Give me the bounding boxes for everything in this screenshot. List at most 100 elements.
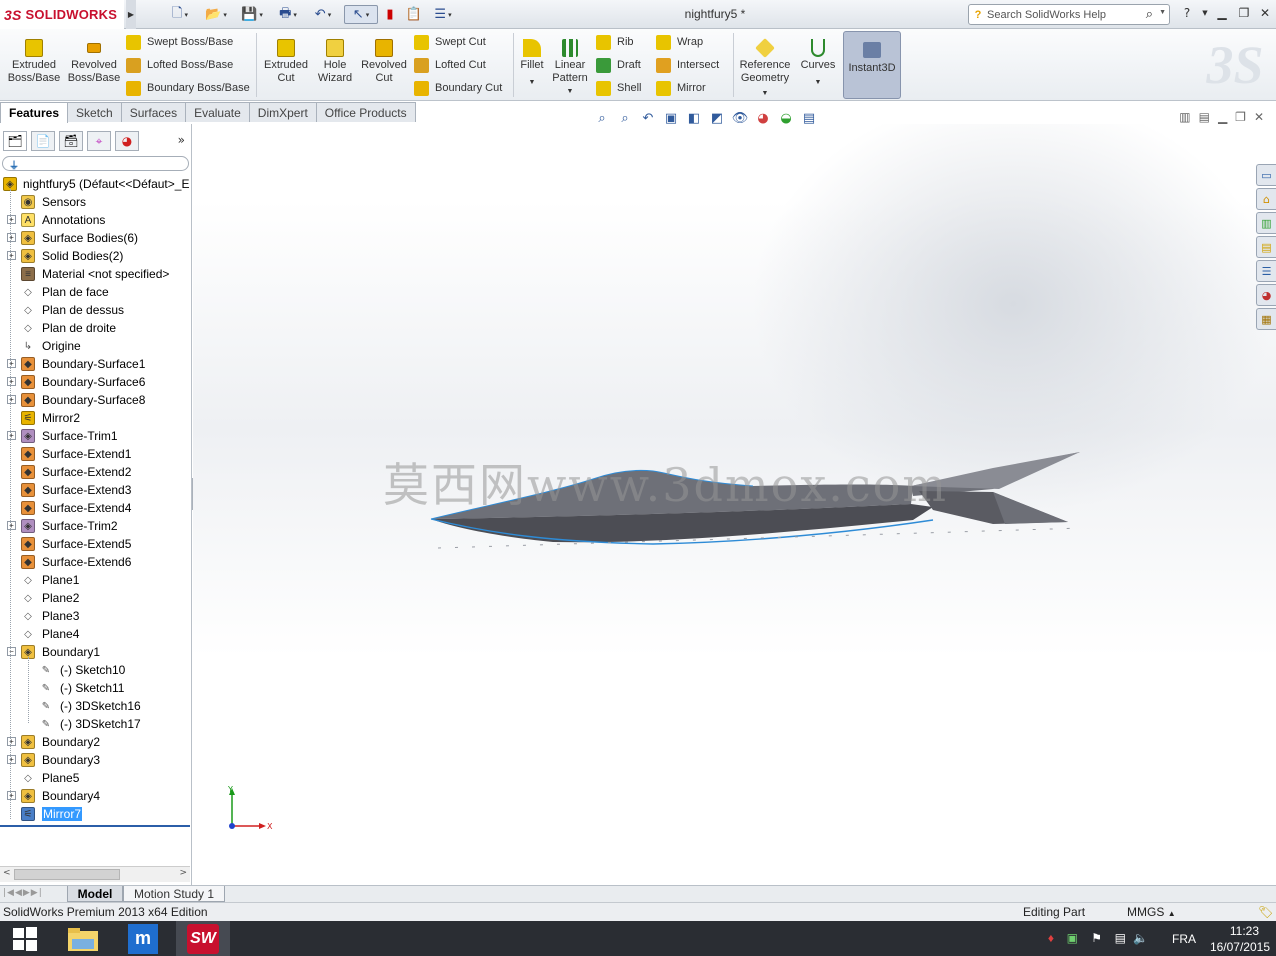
menu-expand-icon[interactable]: ▶ xyxy=(126,0,136,29)
boundary-boss-button[interactable]: Boundary Boss/Base xyxy=(126,79,250,97)
tree-item[interactable]: + ◈ Boundary4 xyxy=(0,787,190,805)
minimize-icon[interactable]: ▁ xyxy=(1213,5,1231,21)
tag-icon[interactable]: 🏷 xyxy=(1258,905,1273,919)
boundary-cut-button[interactable]: Boundary Cut xyxy=(414,79,502,97)
windows-start-icon[interactable] xyxy=(0,921,50,956)
tree-item[interactable]: ↳ Origine xyxy=(0,337,190,355)
tree-item[interactable]: ◉ Sensors xyxy=(0,193,190,211)
tree-item[interactable]: ◇ Plan de face xyxy=(0,283,190,301)
scroll-right-icon[interactable]: > xyxy=(179,868,187,878)
swept-boss-button[interactable]: Swept Boss/Base xyxy=(126,33,233,51)
mirror-button[interactable]: Mirror xyxy=(656,79,706,97)
lofted-cut-button[interactable]: Lofted Cut xyxy=(414,56,486,74)
tree-item[interactable]: ◇ Plane4 xyxy=(0,625,190,643)
save-icon[interactable]: 💾 ▾ xyxy=(236,5,268,24)
property-manager-tab-icon[interactable]: 📄 xyxy=(31,131,55,151)
tree-item[interactable]: + ◈ Boundary2 xyxy=(0,733,190,751)
expand-icon[interactable]: + xyxy=(7,215,16,224)
viewport-close-icon[interactable]: ✕ xyxy=(1254,110,1264,124)
section-view-icon[interactable]: ▣ xyxy=(663,110,679,126)
tree-item[interactable]: ◇ Plane5 xyxy=(0,769,190,787)
tree-item[interactable]: ◆ Surface-Extend2 xyxy=(0,463,190,481)
print-icon[interactable]: 🖶 ▾ xyxy=(272,5,304,24)
close-icon[interactable]: ✕ xyxy=(1256,5,1274,21)
file-explorer-taskbar-icon[interactable] xyxy=(56,921,110,956)
hole-wizard-button[interactable]: Hole Wizard xyxy=(314,39,356,85)
previous-view-icon[interactable]: ↶ xyxy=(640,110,656,126)
horizontal-scrollbar[interactable]: < > xyxy=(0,866,190,882)
display-style-icon[interactable]: ◩ xyxy=(709,110,725,126)
design-library-icon[interactable]: ▥ xyxy=(1256,212,1276,234)
search-help-field[interactable]: ? Search SolidWorks Help ⌕ ▼ xyxy=(968,4,1170,25)
instant3d-button[interactable]: Instant3D xyxy=(843,31,901,99)
expand-icon[interactable]: + xyxy=(7,359,16,368)
language-indicator[interactable]: FRA xyxy=(1172,932,1196,946)
custom-properties-icon[interactable]: ▦ xyxy=(1256,308,1276,330)
apply-scene-icon[interactable]: ◒ xyxy=(778,110,794,126)
tree-item[interactable]: ◆ Surface-Extend5 xyxy=(0,535,190,553)
panel-expand-icon[interactable]: » xyxy=(178,133,185,147)
tree-item[interactable]: ◆ Surface-Extend3 xyxy=(0,481,190,499)
fillet-button[interactable]: Fillet ▼ xyxy=(516,39,548,89)
tab-surfaces[interactable]: Surfaces xyxy=(120,102,187,122)
rib-button[interactable]: Rib xyxy=(596,33,634,51)
tab-model[interactable]: Model xyxy=(67,886,123,902)
expand-icon[interactable]: + xyxy=(7,251,16,260)
extruded-cut-button[interactable]: Extruded Cut xyxy=(262,39,310,85)
view-orientation-icon[interactable]: ◧ xyxy=(686,110,702,126)
tree-item[interactable]: ≡ Material <not specified> xyxy=(0,265,190,283)
clock-date[interactable]: 16/07/2015 xyxy=(1210,940,1270,954)
feature-manager-tab-icon[interactable]: 🗂 xyxy=(3,131,27,151)
lofted-boss-button[interactable]: Lofted Boss/Base xyxy=(126,56,233,74)
revolved-boss-button[interactable]: Revolved Boss/Base xyxy=(66,39,122,85)
collapse-icon[interactable]: − xyxy=(7,647,16,656)
volume-icon[interactable]: 🔈 xyxy=(1133,931,1148,945)
intersect-button[interactable]: Intersect xyxy=(656,56,719,74)
tab-motion-study-1[interactable]: Motion Study 1 xyxy=(123,886,225,902)
expand-icon[interactable]: + xyxy=(7,395,16,404)
chevron-down-icon[interactable]: ▼ xyxy=(1159,9,1166,16)
rebuild-icon[interactable]: ▮ xyxy=(383,5,397,24)
new-document-icon[interactable]: 🗋 ▾ xyxy=(166,5,194,24)
revolved-cut-button[interactable]: Revolved Cut xyxy=(360,39,408,85)
edit-appearance-icon[interactable]: ◕ xyxy=(755,110,771,126)
search-icon[interactable]: ⌕ xyxy=(1146,6,1153,22)
scroll-thumb[interactable] xyxy=(14,869,120,880)
display-manager-tab-icon[interactable]: ◕ xyxy=(115,131,139,151)
tree-item[interactable]: + ◆ Boundary-Surface6 xyxy=(0,373,190,391)
viewport-restore-icon[interactable]: ❐ xyxy=(1235,110,1246,124)
tree-item[interactable]: + ◈ Surface-Trim1 xyxy=(0,427,190,445)
tree-item[interactable]: + ◈ Surface-Trim2 xyxy=(0,517,190,535)
tree-item[interactable]: ⚟ Mirror2 xyxy=(0,409,190,427)
tab-dimxpert[interactable]: DimXpert xyxy=(248,102,317,122)
fillet-dropdown-icon[interactable]: ▼ xyxy=(516,76,548,89)
file-properties-icon[interactable]: 📋 xyxy=(404,5,424,24)
tree-item[interactable]: ◇ Plane1 xyxy=(0,571,190,589)
view-palette-icon[interactable]: ☰ xyxy=(1256,260,1276,282)
wrap-button[interactable]: Wrap xyxy=(656,33,703,51)
curves-button[interactable]: Curves ▼ xyxy=(798,39,838,89)
tab-sketch[interactable]: Sketch xyxy=(67,102,122,122)
restore-icon[interactable]: ❐ xyxy=(1235,5,1253,21)
shell-button[interactable]: Shell xyxy=(596,79,641,97)
tab-evaluate[interactable]: Evaluate xyxy=(185,102,250,122)
expand-icon[interactable]: + xyxy=(7,791,16,800)
app-taskbar-icon[interactable]: m xyxy=(116,921,170,956)
expand-icon[interactable]: + xyxy=(7,233,16,242)
tree-item[interactable]: + ◈ Solid Bodies(2) xyxy=(0,247,190,265)
tile-vertical-icon[interactable]: ▤ xyxy=(1199,110,1210,124)
reference-geometry-dropdown-icon[interactable]: ▼ xyxy=(738,87,792,100)
help-icon[interactable]: ? xyxy=(1178,5,1196,21)
units-selector[interactable]: MMGS ▲ xyxy=(1127,905,1176,919)
file-explorer-icon[interactable]: ▤ xyxy=(1256,236,1276,258)
nvidia-tray-icon[interactable]: ▣ xyxy=(1067,931,1078,945)
tree-item[interactable]: + A Annotations xyxy=(0,211,190,229)
curves-dropdown-icon[interactable]: ▼ xyxy=(798,76,838,89)
tree-item[interactable]: ◆ Surface-Extend1 xyxy=(0,445,190,463)
tree-item[interactable]: ⚟ Mirror7 xyxy=(0,805,190,823)
network-icon[interactable]: ▤ xyxy=(1115,931,1126,945)
tab-features[interactable]: Features xyxy=(0,102,69,123)
rollback-bar[interactable] xyxy=(0,825,190,827)
open-folder-icon[interactable]: 📂 ▾ xyxy=(200,5,232,24)
scroll-left-icon[interactable]: < xyxy=(3,868,11,878)
